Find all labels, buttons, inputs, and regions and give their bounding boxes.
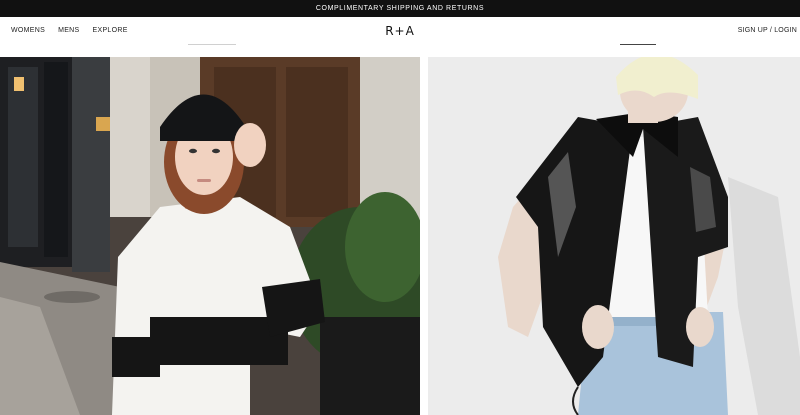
scroll-hint-line-right xyxy=(620,44,656,45)
brand-logo[interactable]: R+A xyxy=(0,24,800,38)
mens-photo-illustration xyxy=(428,57,800,415)
tile-gutter xyxy=(420,57,428,415)
womens-photo-illustration xyxy=(0,57,420,415)
scroll-hint-line-left xyxy=(188,44,236,45)
mens-campaign-image[interactable] xyxy=(428,57,800,415)
promo-banner: COMPLIMENTARY SHIPPING AND RETURNS xyxy=(0,0,800,17)
womens-campaign-image[interactable] xyxy=(0,57,420,415)
sign-up-login-link[interactable]: SIGN UP / LOGIN xyxy=(738,27,797,34)
promo-text: COMPLIMENTARY SHIPPING AND RETURNS xyxy=(315,5,485,12)
site-header: WOMENS MENS EXPLORE R+A SIGN UP / LOGIN xyxy=(0,17,800,57)
